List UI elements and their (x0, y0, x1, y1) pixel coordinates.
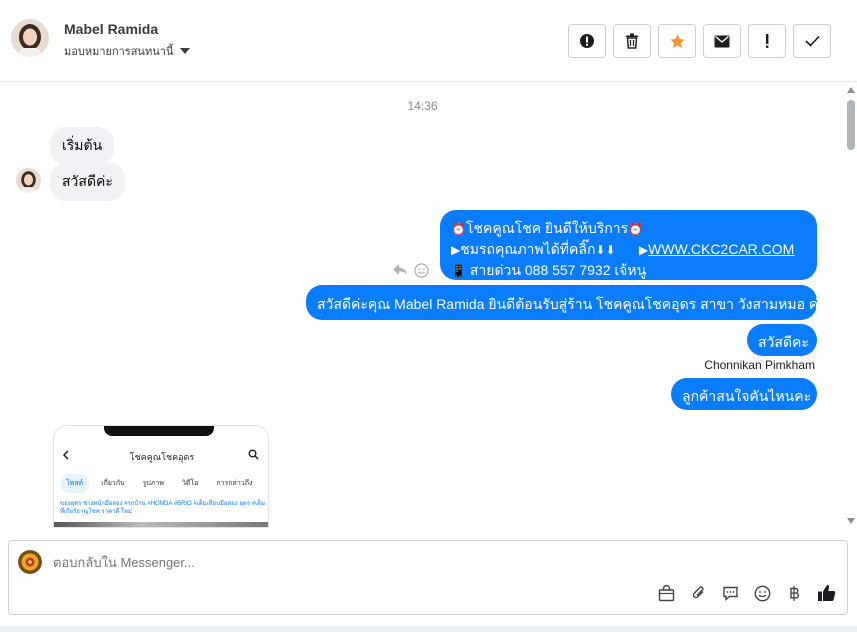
chevron-down-icon (180, 48, 191, 54)
search-icon (248, 449, 259, 460)
screenshot-tab: การกล่าวถึง (216, 480, 253, 487)
paperclip-icon[interactable] (687, 582, 709, 604)
message-thread: 14:36 เริ่มต้น สวัสดีค่ะ ⏰โชคคูณโชค ยินด… (0, 83, 845, 528)
delete-button[interactable] (613, 24, 651, 58)
card-line-2: ชมรถคุณภาพได้ที่คลิ๊ก (460, 241, 596, 257)
screenshot-caption: ของอุดร ช่างหน้ามือสอง #รถบ้าน #HONDA #B… (60, 501, 266, 515)
scroll-down-arrow-icon[interactable] (847, 518, 855, 524)
star-button[interactable] (658, 24, 696, 58)
sender-name: Chonnikan Pimkham (704, 358, 815, 372)
composer-tools (655, 582, 837, 604)
customer-avatar[interactable] (11, 19, 49, 57)
screenshot-tabs: โพสต์ เกี่ยวกับ รูปภาพ วิดีโอ การกล่าวถึ… (60, 474, 258, 493)
thread-scrollbar[interactable] (845, 83, 857, 528)
website-link[interactable]: WWW.CKC2CAR.COM (648, 241, 794, 257)
play-icon: ▶ (451, 243, 461, 257)
outgoing-greeting-message[interactable]: สวัสดีคะ (747, 324, 817, 356)
star-icon (669, 33, 685, 48)
reply-input[interactable] (53, 555, 553, 570)
header-actions (568, 24, 831, 58)
incoming-message[interactable]: เริ่มต้น (50, 127, 115, 165)
screenshot-photo (54, 522, 268, 527)
reply-icon[interactable] (392, 263, 408, 277)
report-icon (580, 34, 594, 48)
customer-name: Mabel Ramida (64, 21, 159, 37)
reply-composer (8, 540, 848, 615)
screenshot-tab: วิดีโอ (181, 480, 199, 487)
alarm-clock-icon: ⏰ (628, 222, 644, 236)
screenshot-title: โชคคูณโชคอุดร (129, 452, 195, 462)
outgoing-card-message[interactable]: ⏰โชคคูณโชค ยินดีให้บริการ⏰ ▶ชมรถคุณภาพได… (440, 210, 817, 280)
scrollbar-thumb[interactable] (847, 100, 855, 150)
assign-label: มอบหมายการสนทนานี้ (64, 46, 174, 58)
follow-up-button[interactable] (748, 24, 786, 58)
exclamation-icon (766, 34, 769, 48)
card-line-3: สายด่วน 088 557 7932 เจ้หนู (469, 262, 647, 278)
chat-icon[interactable] (719, 582, 741, 604)
baht-icon[interactable] (783, 582, 805, 604)
card-line-1: โชคคูณโชค ยินดีให้บริการ (465, 220, 629, 236)
smiley-icon[interactable] (751, 582, 773, 604)
message-hover-tools (392, 263, 429, 278)
customer-avatar-small (16, 168, 41, 193)
incoming-message[interactable]: สวัสดีค่ะ (50, 163, 125, 201)
screenshot-tab: รูปภาพ (142, 480, 164, 487)
mobile-phone-icon: 📱 (451, 264, 466, 278)
trash-icon (626, 33, 638, 49)
down-arrow-icon: ⬇⬇ (595, 243, 616, 257)
phone-notch (104, 426, 214, 436)
mark-unread-button[interactable] (703, 24, 741, 58)
screenshot-tab: เกี่ยวกับ (101, 480, 125, 487)
outgoing-question-message[interactable]: ลูกค้าสนใจคันไหนคะ (671, 378, 817, 410)
page-avatar (18, 550, 42, 574)
thumbs-up-icon[interactable] (815, 582, 837, 604)
react-smiley-icon[interactable] (414, 263, 429, 278)
mail-icon (714, 35, 730, 47)
alarm-clock-icon: ⏰ (451, 222, 466, 236)
scroll-up-arrow-icon[interactable] (847, 87, 855, 93)
message-timestamp: 14:36 (407, 99, 438, 113)
outgoing-welcome-message[interactable]: สวัสดีค่ะคุณ Mabel Ramida ยินดีต้อนรับสู… (306, 285, 826, 320)
shared-image[interactable]: โชคคูณโชคอุดร โพสต์ เกี่ยวกับ รูปภาพ วิด… (53, 425, 269, 528)
check-icon (804, 35, 820, 47)
conversation-header: Mabel Ramida มอบหมายการสนทนานี้ (0, 0, 857, 82)
bottom-strip (0, 626, 857, 632)
play-icon: ▶ (638, 243, 649, 257)
bag-icon[interactable] (655, 582, 677, 604)
assign-conversation-dropdown[interactable]: มอบหมายการสนทนานี้ (64, 42, 191, 60)
screenshot-tab: โพสต์ (60, 474, 90, 493)
report-button[interactable] (568, 24, 606, 58)
mark-done-button[interactable] (793, 24, 831, 58)
